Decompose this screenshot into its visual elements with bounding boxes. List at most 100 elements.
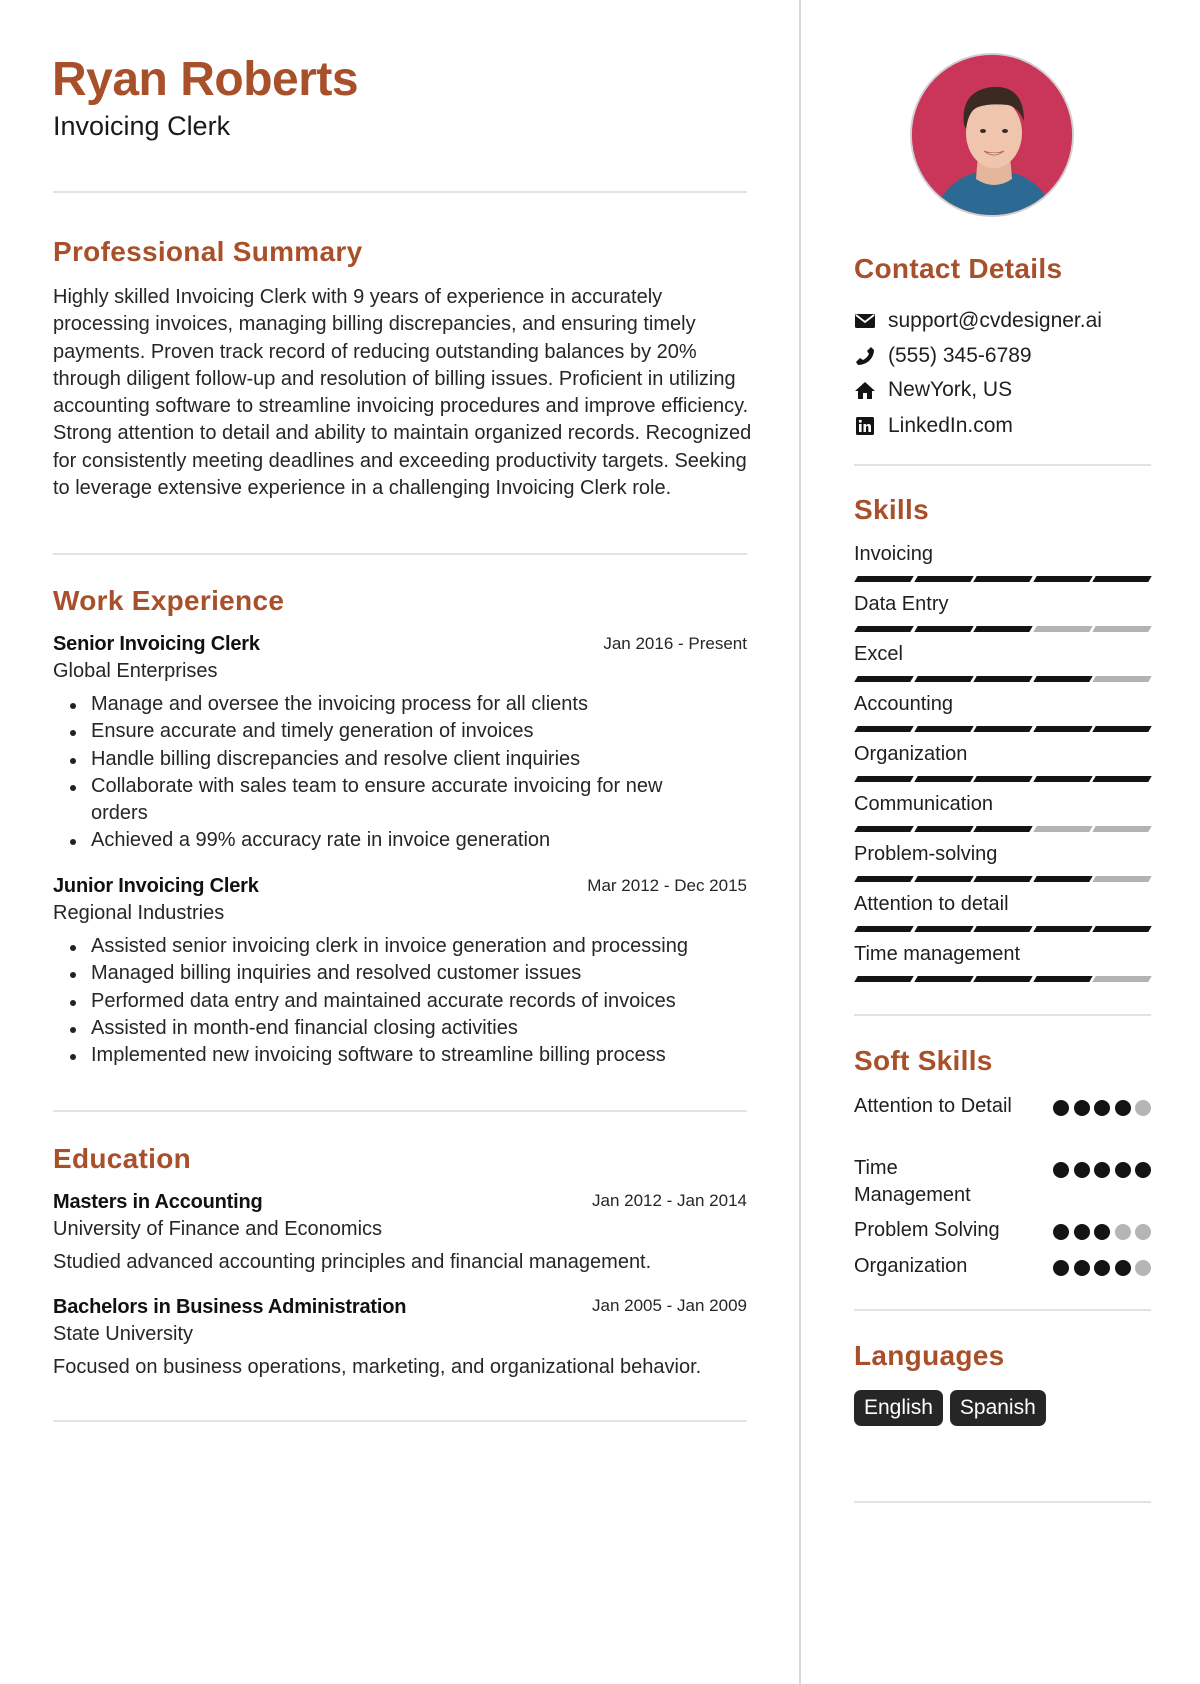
job-bullet: Assisted in month-end financial closing … [53, 1015, 747, 1042]
profile-photo [910, 53, 1074, 217]
phone-icon [854, 345, 876, 367]
level-segment-filled [1032, 926, 1092, 932]
languages-heading: Languages [854, 1340, 1005, 1371]
level-segment-filled [1032, 726, 1092, 732]
education-dates: Jan 2005 - Jan 2009 [591, 1296, 747, 1315]
rating-dot-empty [1114, 1224, 1131, 1240]
degree: Masters in Accounting [53, 1191, 263, 1213]
rating-dot-filled [1094, 1162, 1110, 1178]
skill-item: Invoicing [854, 541, 1152, 582]
job-entry: Junior Invoicing Clerk Mar 2012 - Dec 20… [53, 875, 747, 1069]
level-segment-filled [913, 576, 973, 582]
soft-skill-name: Attention to Detail [854, 1095, 1012, 1117]
level-segment-filled [854, 576, 914, 582]
skill-level-bar [854, 676, 1152, 682]
level-segment-filled [913, 976, 973, 982]
job-bullet: Implemented new invoicing software to st… [53, 1042, 747, 1069]
rating-dot-filled [1073, 1162, 1090, 1178]
soft-skill-rating [1053, 1253, 1151, 1280]
rating-dot-filled [1114, 1162, 1131, 1178]
level-segment-filled [1032, 576, 1092, 582]
contact-linkedin[interactable]: LinkedIn.com [854, 412, 1013, 440]
skill-item: Communication [854, 791, 1152, 832]
job-bullets: Manage and oversee the invoicing process… [53, 691, 723, 855]
job-bullet: Ensure accurate and timely generation of… [53, 718, 723, 745]
level-segment-filled [913, 626, 973, 632]
level-segment-filled [913, 876, 973, 882]
soft-skill-name: Organization [854, 1255, 968, 1277]
job-bullet: Handle billing discrepancies and resolve… [53, 746, 723, 773]
level-segment-empty [1032, 826, 1092, 832]
level-segment-filled [854, 976, 914, 982]
rating-dot-filled [1094, 1100, 1110, 1116]
contact-phone[interactable]: (555) 345-6789 [854, 342, 1032, 370]
education-dates: Jan 2012 - Jan 2014 [591, 1191, 747, 1210]
soft-skill-item: Time Management [854, 1155, 1151, 1209]
rating-dot-filled [1114, 1260, 1131, 1276]
level-segment-empty [1032, 626, 1092, 632]
contact-text: NewYork, US [888, 378, 1013, 401]
level-segment-empty [1092, 676, 1152, 682]
level-segment-empty [1092, 876, 1152, 882]
skills-heading: Skills [854, 494, 929, 525]
experience-heading: Work Experience [53, 585, 285, 616]
skill-name: Organization [854, 743, 968, 765]
skill-name: Time management [854, 943, 1020, 965]
soft-skill-item: Attention to Detail [854, 1093, 1151, 1120]
level-segment-filled [973, 776, 1033, 782]
level-segment-filled [1032, 876, 1092, 882]
divider [53, 1110, 747, 1112]
education-description: Studied advanced accounting principles a… [53, 1251, 652, 1273]
divider [854, 464, 1151, 466]
job-bullet: Performed data entry and maintained accu… [53, 988, 747, 1015]
rating-dot-filled [1073, 1224, 1090, 1240]
divider [53, 553, 747, 555]
skill-item: Data Entry [854, 591, 1152, 632]
skill-item: Accounting [854, 691, 1152, 732]
contact-location: NewYork, US [854, 376, 1012, 404]
contact-text: LinkedIn.com [888, 414, 1013, 437]
degree: Bachelors in Business Administration [53, 1296, 407, 1318]
level-segment-filled [913, 926, 973, 932]
rating-dot-filled [1114, 1100, 1131, 1116]
skill-level-bar [854, 726, 1152, 732]
rating-dot-filled [1053, 1162, 1069, 1178]
summary-heading: Professional Summary [53, 236, 363, 267]
soft-skill-rating [1053, 1093, 1151, 1120]
job-title: Junior Invoicing Clerk [53, 875, 259, 897]
school: University of Finance and Economics [53, 1218, 383, 1240]
soft-skill-item: Organization [854, 1253, 1151, 1280]
level-segment-filled [854, 876, 914, 882]
rating-dot-empty [1135, 1100, 1151, 1116]
skill-name: Communication [854, 793, 993, 815]
level-segment-filled [973, 676, 1033, 682]
linkedin-icon [854, 415, 876, 437]
education-entry: Masters in Accounting Jan 2012 - Jan 201… [53, 1191, 747, 1274]
job-dates: Mar 2012 - Dec 2015 [587, 876, 747, 895]
avatar-illustration [912, 55, 1072, 215]
job-title: Senior Invoicing Clerk [53, 633, 260, 655]
school: State University [53, 1323, 194, 1345]
skill-level-bar [854, 926, 1152, 932]
rating-dot-filled [1053, 1224, 1069, 1240]
job-bullets: Assisted senior invoicing clerk in invoi… [53, 933, 747, 1069]
contact-text: (555) 345-6789 [888, 344, 1032, 367]
divider [53, 191, 747, 193]
job-company: Global Enterprises [53, 660, 218, 682]
skill-name: Problem-solving [854, 843, 998, 865]
skill-level-bar [854, 776, 1152, 782]
skill-level-bar [854, 626, 1152, 632]
skill-name: Data Entry [854, 593, 949, 615]
skill-level-bar [854, 826, 1152, 832]
level-segment-filled [973, 926, 1033, 932]
skill-name: Accounting [854, 693, 953, 715]
rating-dot-filled [1135, 1162, 1151, 1178]
contact-email[interactable]: support@cvdesigner.ai [854, 307, 1102, 335]
level-segment-filled [913, 776, 973, 782]
skill-name: Invoicing [854, 543, 933, 565]
contact-text: support@cvdesigner.ai [888, 309, 1102, 332]
soft-skill-item: Problem Solving [854, 1217, 1151, 1244]
rating-dot-filled [1053, 1100, 1069, 1116]
level-segment-filled [973, 626, 1033, 632]
summary-text: Highly skilled Invoicing Clerk with 9 ye… [53, 286, 752, 500]
